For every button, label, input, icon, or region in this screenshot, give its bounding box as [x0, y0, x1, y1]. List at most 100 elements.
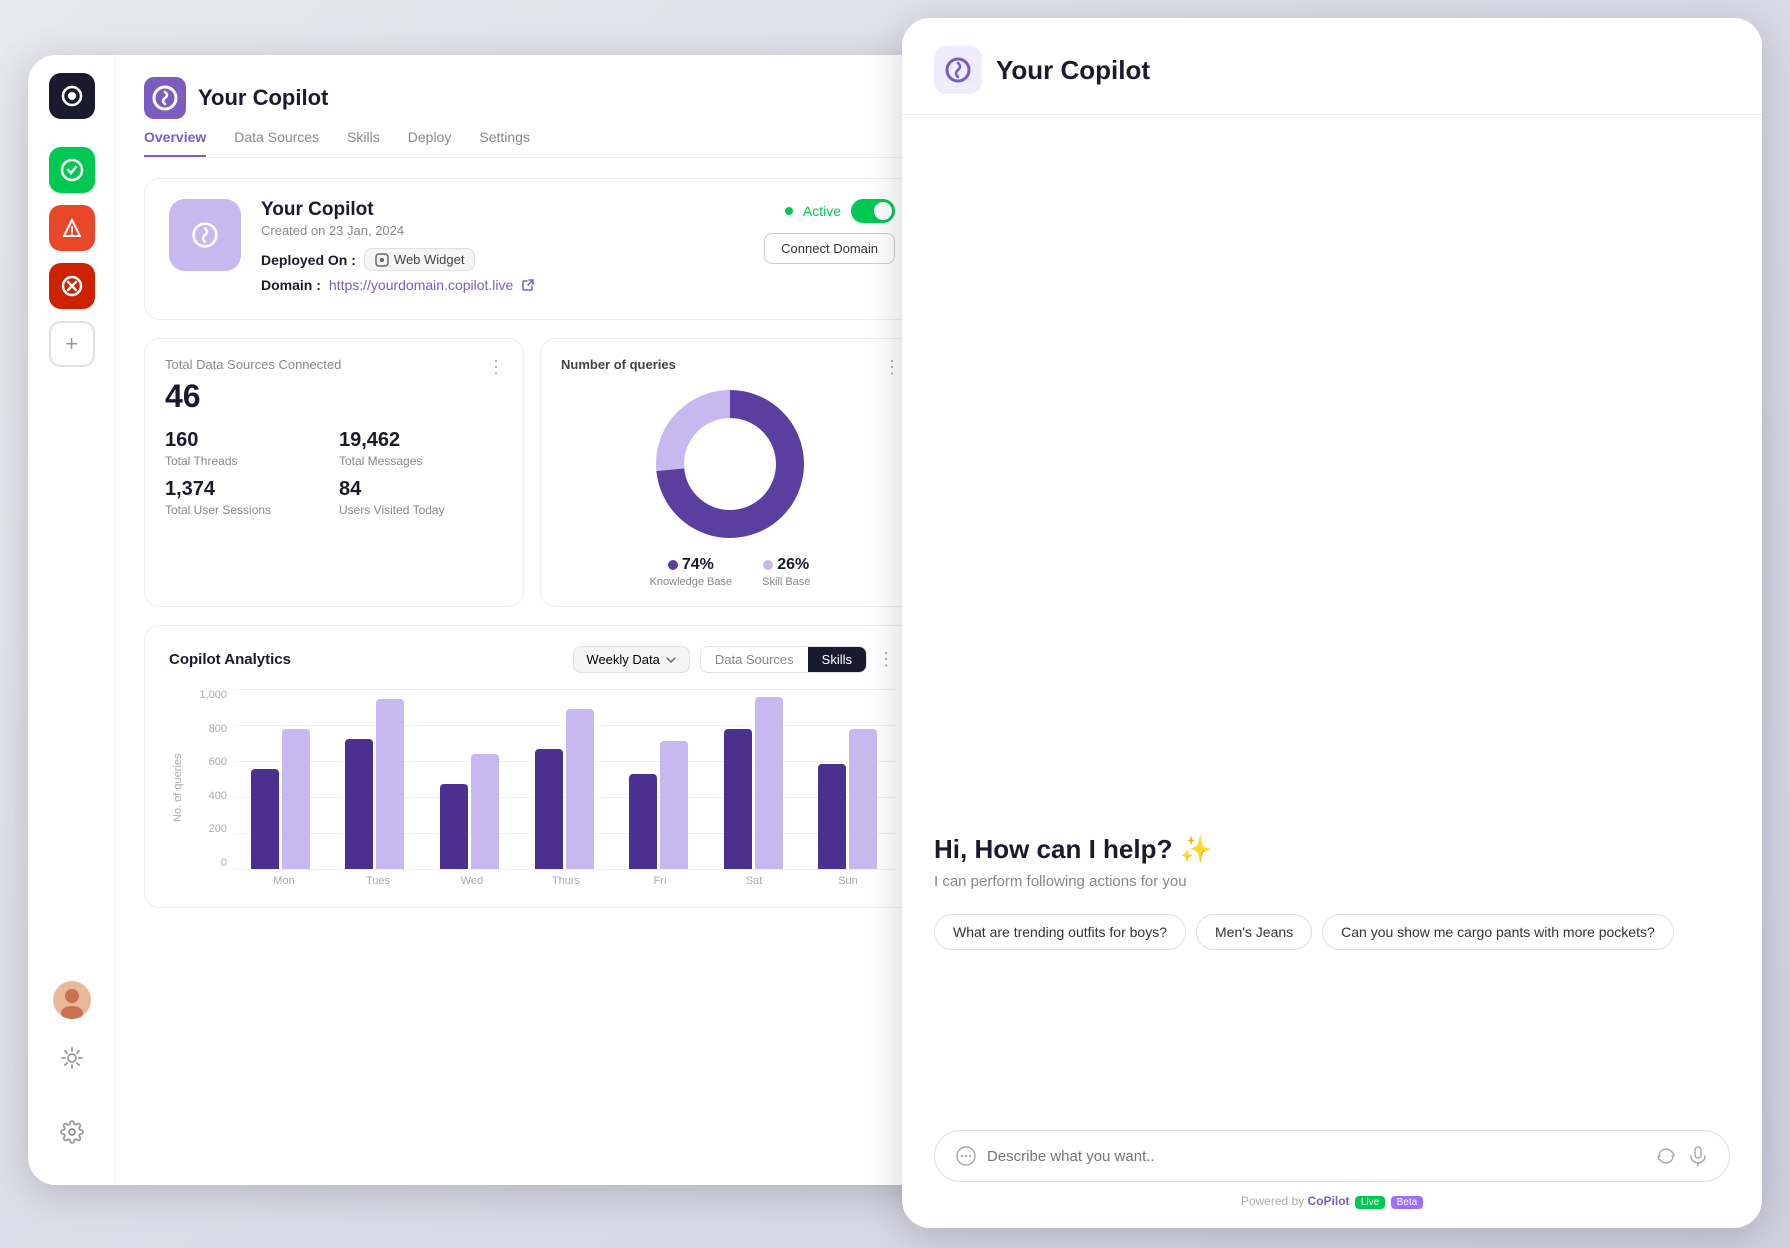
skill-dot — [763, 560, 773, 570]
bar-fri-light — [660, 741, 688, 869]
chip-0[interactable]: What are trending outfits for boys? — [934, 914, 1186, 950]
analytics-title: Copilot Analytics — [169, 651, 563, 668]
messages-value: 19,462 — [339, 429, 503, 452]
bar-chart-wrapper: 1,000 800 600 400 200 0 — [195, 689, 895, 887]
skill-pct: 26% — [777, 556, 809, 574]
y-label-0: 0 — [195, 857, 227, 869]
y-label-600: 600 — [195, 756, 227, 768]
bar-mon-light — [282, 729, 310, 869]
sidebar-item-redorange[interactable] — [49, 205, 95, 251]
copilot-chat-area: Hi, How can I help? ✨ I can perform foll… — [902, 115, 1762, 1228]
analytics-toggle-group: Data Sources Skills — [700, 646, 867, 673]
widget-badge: Web Widget — [364, 248, 476, 271]
bar-wed-dark — [440, 784, 468, 869]
sidebar-item-green[interactable] — [49, 147, 95, 193]
y-label-400: 400 — [195, 790, 227, 802]
stats-more-icon[interactable]: ⋮ — [487, 357, 505, 378]
visited-stat: 84 Users Visited Today — [339, 478, 503, 517]
bar-thurs-light — [566, 709, 594, 869]
suggestion-chips: What are trending outfits for boys? Men'… — [934, 914, 1730, 950]
queries-more-icon[interactable]: ⋮ — [883, 357, 901, 378]
gear-icon[interactable] — [49, 1109, 95, 1155]
sessions-stat: 1,374 Total User Sessions — [165, 478, 329, 517]
threads-label: Total Threads — [165, 454, 329, 468]
bar-group-fri — [611, 741, 706, 869]
refresh-icon[interactable] — [1655, 1145, 1677, 1167]
domain-url[interactable]: https://yourdomain.copilot.live — [329, 277, 513, 293]
domain-label: Domain : — [261, 277, 321, 293]
weekly-selector[interactable]: Weekly Data — [573, 646, 689, 673]
chat-input-area — [934, 1130, 1730, 1182]
stats-sub-grid: 160 Total Threads 19,462 Total Messages … — [165, 429, 503, 517]
sidebar-bottom — [49, 981, 95, 1167]
tab-overview[interactable]: Overview — [144, 129, 206, 157]
copilot-info-card: Your Copilot Created on 23 Jan, 2024 Dep… — [144, 178, 920, 320]
x-label-sun: Sun — [801, 875, 895, 887]
chevron-down-icon — [665, 654, 677, 666]
queries-title: Number of queries — [561, 357, 899, 372]
tab-settings[interactable]: Settings — [479, 129, 530, 157]
toggle-datasources[interactable]: Data Sources — [701, 647, 808, 672]
sidebar-logo[interactable] — [49, 73, 95, 119]
y-label-200: 200 — [195, 823, 227, 835]
donut-chart — [650, 384, 810, 544]
header: Your Copilot — [144, 77, 920, 119]
bar-group-mon — [233, 729, 328, 869]
y-label-1000: 1,000 — [195, 689, 227, 701]
bar-sat-light — [755, 697, 783, 869]
deployed-on-row: Deployed On : Web Widget — [261, 248, 744, 271]
sidebar-item-reddark[interactable] — [49, 263, 95, 309]
sidebar-item-add[interactable]: + — [49, 321, 95, 367]
tab-datasources[interactable]: Data Sources — [234, 129, 319, 157]
copilot-name: Your Copilot — [261, 199, 744, 221]
stats-card: Total Data Sources Connected 46 ⋮ 160 To… — [144, 338, 524, 607]
copilot-header-icon — [934, 46, 982, 94]
copilot-panel-title: Your Copilot — [996, 55, 1150, 86]
sidebar: + — [28, 55, 116, 1185]
status-dot — [785, 207, 793, 215]
messages-label: Total Messages — [339, 454, 503, 468]
deployed-label: Deployed On : — [261, 252, 356, 268]
analytics-more-icon[interactable]: ⋮ — [877, 649, 895, 670]
external-link-icon — [521, 278, 535, 292]
bar-tues-light — [376, 699, 404, 869]
bar-group-sun — [800, 729, 895, 869]
toggle-skills[interactable]: Skills — [808, 647, 866, 672]
sessions-label: Total User Sessions — [165, 503, 329, 517]
bar-group-sat — [706, 697, 801, 869]
kb-legend: 74% Knowledge Base — [650, 556, 733, 588]
chip-2[interactable]: Can you show me cargo pants with more po… — [1322, 914, 1674, 950]
footer-text: Powered by — [1241, 1194, 1304, 1208]
bar-tues-dark — [345, 739, 373, 869]
bar-sat-dark — [724, 729, 752, 869]
microphone-icon[interactable] — [1687, 1145, 1709, 1167]
header-logo — [144, 77, 186, 119]
copilot-header: Your Copilot — [902, 18, 1762, 115]
visited-label: Users Visited Today — [339, 503, 503, 517]
analytics-controls: Weekly Data Data Sources Skills ⋮ — [573, 646, 895, 673]
tab-deploy[interactable]: Deploy — [408, 129, 452, 157]
analytics-card: Copilot Analytics Weekly Data Data Sourc… — [144, 625, 920, 908]
copilot-panel: Your Copilot Hi, How can I help? ✨ I can… — [902, 18, 1762, 1228]
footer-badge: Live — [1355, 1196, 1385, 1209]
connect-domain-button[interactable]: Connect Domain — [764, 233, 895, 264]
domain-row: Domain : https://yourdomain.copilot.live — [261, 277, 744, 293]
bar-wed-light — [471, 754, 499, 869]
y-label-800: 800 — [195, 723, 227, 735]
active-toggle[interactable] — [851, 199, 895, 223]
bars-area — [233, 689, 895, 869]
total-sources-value: 46 — [165, 378, 503, 415]
user-avatar[interactable] — [53, 981, 91, 1019]
settings-sun-icon[interactable] — [49, 1035, 95, 1081]
skill-legend: 26% Skill Base — [762, 556, 810, 588]
stats-grid: Total Data Sources Connected 46 ⋮ 160 To… — [144, 338, 920, 607]
x-labels: Mon Tues Wed Thurs Fri Sat Sun — [195, 875, 895, 887]
chat-input[interactable] — [987, 1148, 1645, 1165]
threads-stat: 160 Total Threads — [165, 429, 329, 468]
nav-tabs: Overview Data Sources Skills Deploy Sett… — [144, 129, 920, 158]
tab-skills[interactable]: Skills — [347, 129, 380, 157]
bar-sun-dark — [818, 764, 846, 869]
status-area: Active — [785, 199, 895, 223]
chat-footer: Powered by CoPilot Live Beta — [934, 1194, 1730, 1208]
chip-1[interactable]: Men's Jeans — [1196, 914, 1312, 950]
